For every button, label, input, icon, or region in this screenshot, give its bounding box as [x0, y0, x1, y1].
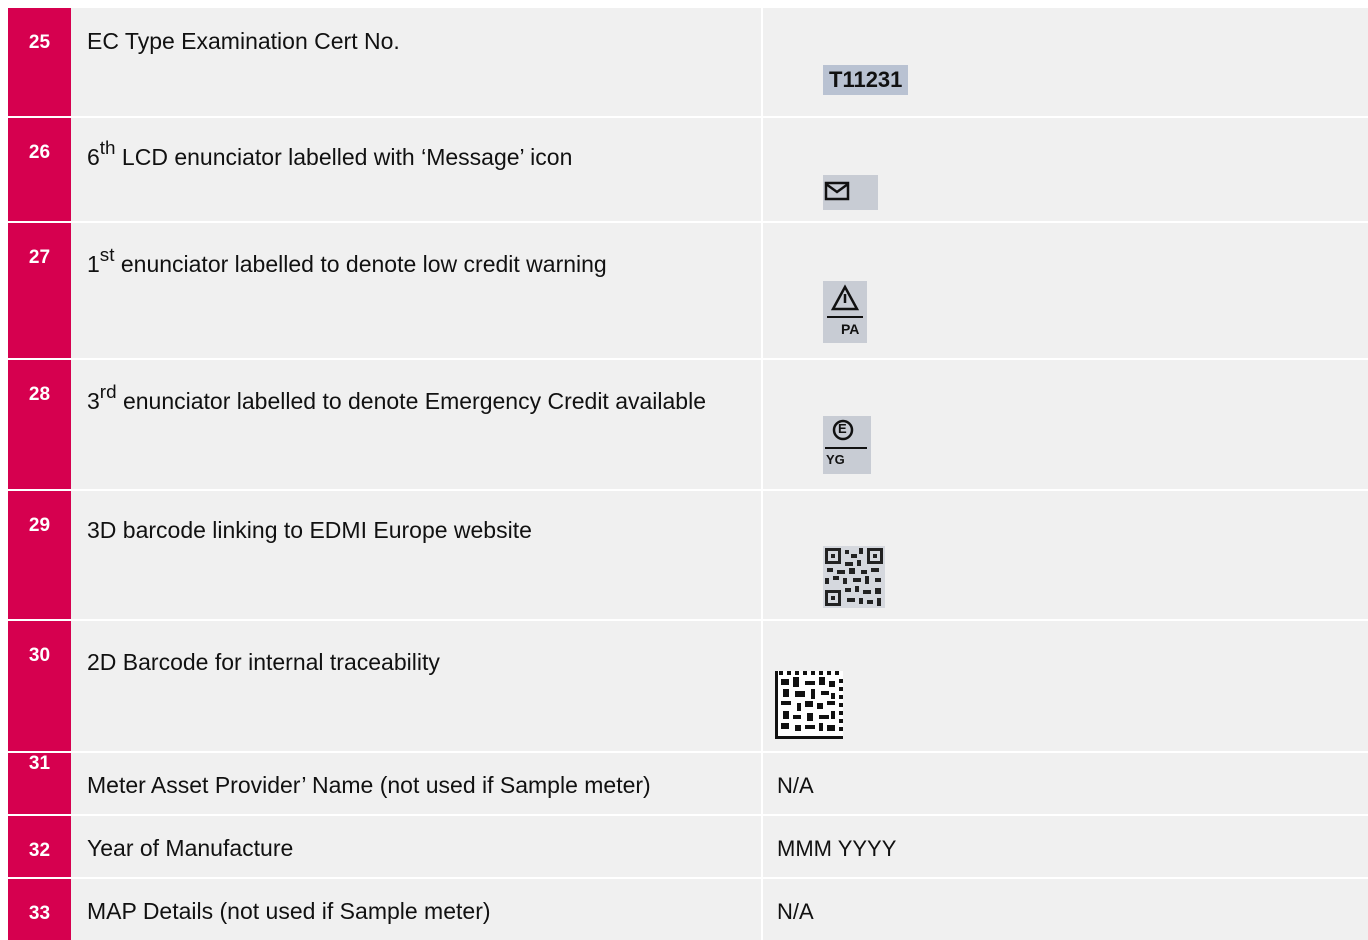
- row-description: MAP Details (not used if Sample meter): [71, 879, 763, 940]
- table-row: 32 Year of Manufacture MMM YYYY: [8, 816, 1368, 879]
- row-value: [763, 621, 1368, 751]
- row-description: 3D barcode linking to EDMI Europe websit…: [71, 491, 763, 619]
- table-row: 33 MAP Details (not used if Sample meter…: [8, 879, 1368, 940]
- row-number: 30: [8, 621, 71, 751]
- row-value: MMM YYYY: [763, 816, 1368, 877]
- row-description: 2D Barcode for internal traceability: [71, 621, 763, 751]
- row-number: 32: [8, 816, 71, 877]
- table-row: 25 EC Type Examination Cert No. T11231: [8, 8, 1368, 118]
- table-row: 31 Meter Asset Provider’ Name (not used …: [8, 753, 1368, 816]
- cert-number: T11231: [823, 65, 909, 95]
- row-description: 6th LCD enunciator labelled with ‘Messag…: [71, 118, 763, 221]
- table-row: 28 3rd enunciator labelled to denote Eme…: [8, 360, 1368, 491]
- row-description: Meter Asset Provider’ Name (not used if …: [71, 753, 763, 814]
- row-number: 28: [8, 360, 71, 489]
- table-row: 29 3D barcode linking to EDMI Europe web…: [8, 491, 1368, 621]
- qr-code-icon: [823, 546, 885, 608]
- warning-triangle-icon: PA: [823, 281, 867, 343]
- row-description: 1st enunciator labelled to denote low cr…: [71, 223, 763, 358]
- row-number: 25: [8, 8, 71, 116]
- row-number: 29: [8, 491, 71, 619]
- envelope-icon: [823, 175, 878, 210]
- row-number: 26: [8, 118, 71, 221]
- row-description: 3rd enunciator labelled to denote Emerge…: [71, 360, 763, 489]
- row-value: [763, 491, 1368, 619]
- emergency-credit-icon: E YG: [823, 416, 871, 474]
- table-row: 30 2D Barcode for internal traceability: [8, 621, 1368, 753]
- row-value: [763, 118, 1368, 221]
- row-value: N/A: [763, 879, 1368, 940]
- row-description: EC Type Examination Cert No.: [71, 8, 763, 116]
- row-number: 31: [8, 753, 71, 814]
- row-value: T11231: [763, 8, 1368, 116]
- row-value: N/A: [763, 753, 1368, 814]
- table-row: 27 1st enunciator labelled to denote low…: [8, 223, 1368, 360]
- row-value: E YG: [763, 360, 1368, 489]
- row-number: 27: [8, 223, 71, 358]
- table-row: 26 6th LCD enunciator labelled with ‘Mes…: [8, 118, 1368, 223]
- row-value: PA: [763, 223, 1368, 358]
- datamatrix-icon: [775, 671, 843, 739]
- row-description: Year of Manufacture: [71, 816, 763, 877]
- row-number: 33: [8, 879, 71, 940]
